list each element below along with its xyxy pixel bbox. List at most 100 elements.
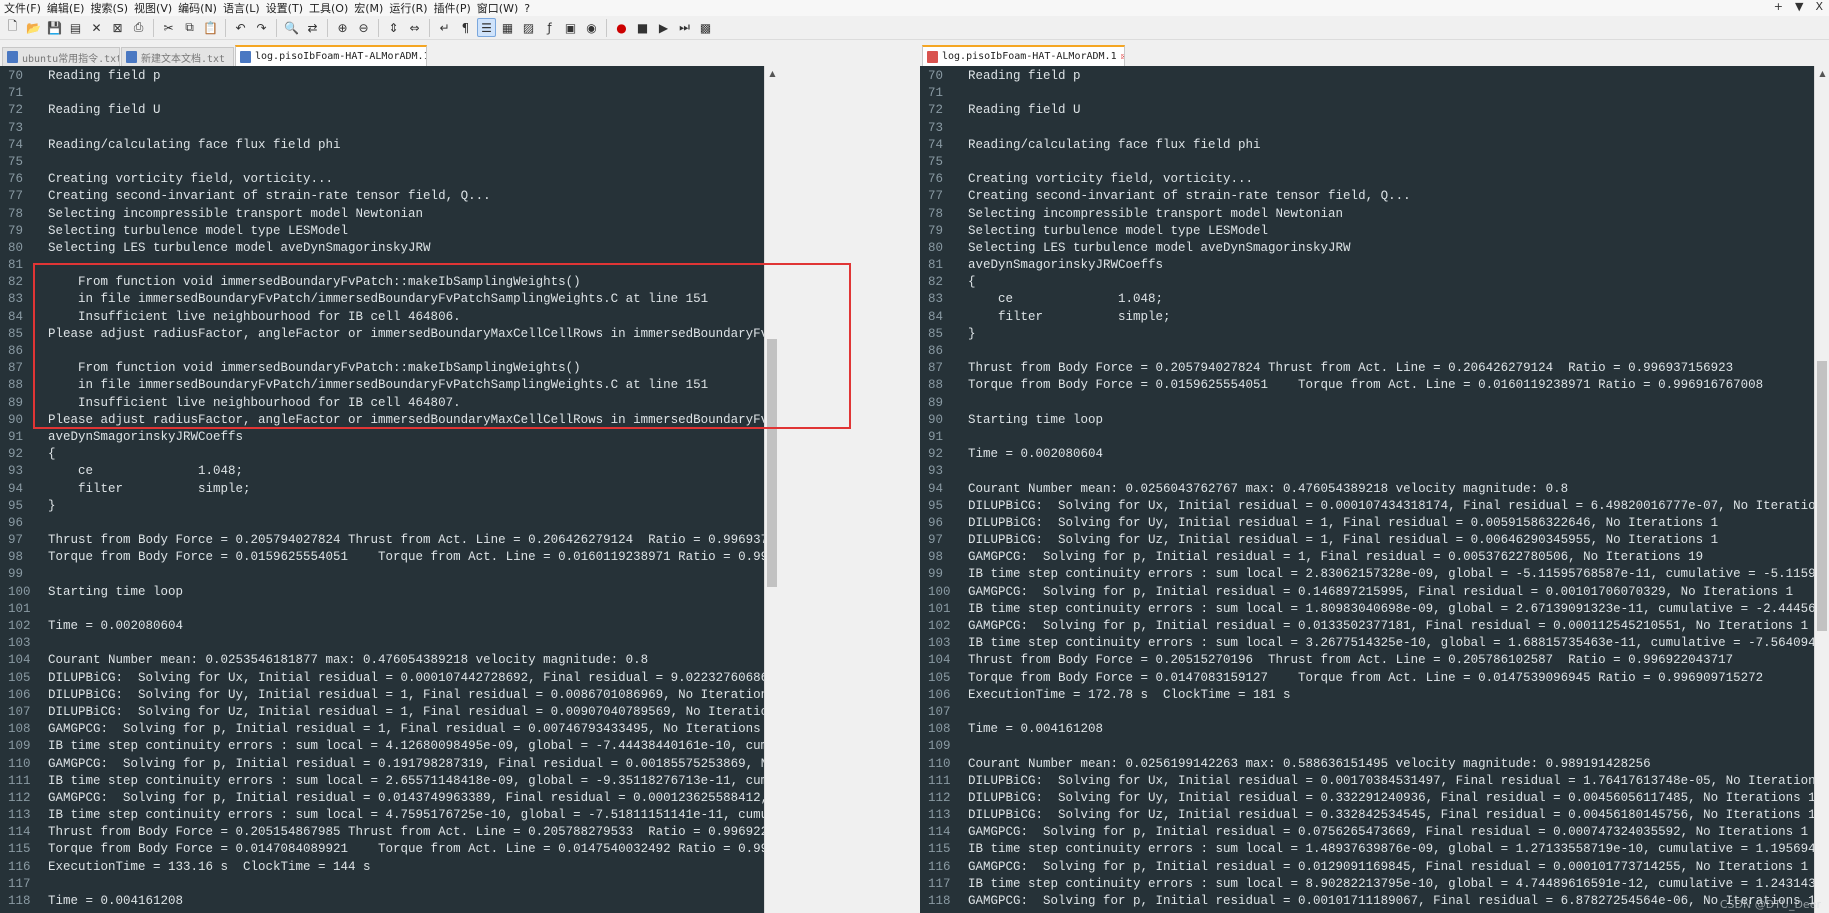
save-icon[interactable]: 💾 (45, 18, 64, 37)
code-line[interactable]: 101 IB time step continuity errors : sum … (920, 601, 1814, 618)
menu-plugins[interactable]: 插件(P) (434, 0, 477, 16)
code-line[interactable]: 87 From function void immersedBoundaryFv… (0, 360, 581, 377)
code-line[interactable]: 86 (920, 343, 954, 360)
code-line[interactable]: 98 Torque from Body Force = 0.01596255540… (0, 549, 764, 566)
run-macro-multiple-icon[interactable]: ⏭ (675, 18, 694, 37)
code-line[interactable]: 104 Courant Number mean: 0.0253546181877 … (0, 652, 648, 669)
code-line[interactable]: 77 Creating second-invariant of strain-ra… (920, 188, 1411, 205)
code-line[interactable]: 93 (920, 463, 954, 480)
close-document-button[interactable]: X (1815, 0, 1823, 13)
code-line[interactable]: 99 IB time step continuity errors : sum l… (920, 566, 1814, 583)
menu-encoding[interactable]: 编码(N) (178, 0, 223, 16)
code-line[interactable]: 74 Reading/calculating face flux field ph… (920, 137, 1261, 154)
code-line[interactable]: 97 Thrust from Body Force = 0.20579402782… (0, 532, 764, 549)
code-line[interactable]: 105 Torque from Body Force = 0.0147083159… (920, 670, 1763, 687)
code-line[interactable]: 106 DILUPBiCG: Solving for Uy, Initial re… (0, 687, 764, 704)
code-line[interactable]: 94 Courant Number mean: 0.0256043762767 m… (920, 481, 1568, 498)
code-line[interactable]: 96 (0, 515, 34, 532)
code-line[interactable]: 109 IB time step continuity errors : sum … (0, 738, 764, 755)
copy-icon[interactable]: ⧉ (180, 18, 199, 37)
code-line[interactable]: 117 (0, 876, 34, 893)
code-line[interactable]: 113 IB time step continuity errors : sum … (0, 807, 764, 824)
code-line[interactable]: 114 Thrust from Body Force = 0.2051548679… (0, 824, 764, 841)
code-line[interactable]: 118 Time = 0.004161208 (0, 893, 183, 910)
undo-icon[interactable]: ↶ (231, 18, 250, 37)
code-line[interactable]: 117 IB time step continuity errors : sum … (920, 876, 1814, 893)
menu-view[interactable]: 视图(V) (134, 0, 178, 16)
code-line[interactable]: 111 DILUPBiCG: Solving for Ux, Initial re… (920, 773, 1814, 790)
code-line[interactable]: 89 Insufficient live neighbourhood for I… (0, 395, 461, 412)
menu-macro[interactable]: 宏(M) (354, 0, 389, 16)
code-line[interactable]: 89 (920, 395, 954, 412)
play-macro-icon[interactable]: ▶ (654, 18, 673, 37)
close-all-icon[interactable]: ⊠ (108, 18, 127, 37)
code-line[interactable]: 113 DILUPBiCG: Solving for Uz, Initial re… (920, 807, 1814, 824)
code-line[interactable]: 79 Selecting turbulence model type LESMod… (0, 223, 348, 240)
code-line[interactable]: 82 { (920, 274, 976, 291)
code-line[interactable]: 81 aveDynSmagorinskyJRWCoeffs (920, 257, 1163, 274)
sync-vertical-icon[interactable]: ⇕ (384, 18, 403, 37)
lang-define-icon[interactable]: ▦ (498, 18, 517, 37)
code-line[interactable]: 74 Reading/calculating face flux field ph… (0, 137, 341, 154)
code-line[interactable]: 108 Time = 0.004161208 (920, 721, 1103, 738)
tab-new-text-document[interactable]: 新建文本文档.txt (121, 47, 234, 66)
code-line[interactable]: 116 GAMGPCG: Solving for p, Initial resid… (920, 859, 1808, 876)
code-line[interactable]: 86 (0, 343, 34, 360)
code-line[interactable]: 99 (0, 566, 34, 583)
record-macro-icon[interactable]: ● (612, 18, 631, 37)
menu-search[interactable]: 搜索(S) (90, 0, 134, 16)
code-line[interactable]: 72 Reading field U (0, 102, 161, 119)
replace-icon[interactable]: ⇄ (303, 18, 322, 37)
tab-log-right[interactable]: log.pisoIbFoam-HAT-ALMorADM.1 ☒ (922, 45, 1125, 66)
right-text-area[interactable]: 70 Reading field p 71 72 Reading field U 73 74… (920, 66, 1814, 913)
save-macro-icon[interactable]: ▩ (696, 18, 715, 37)
left-editor-pane[interactable]: 70 Reading field p 71 72 Reading field U 73 74… (0, 66, 779, 913)
left-vertical-scrollbar[interactable]: ▲ (764, 66, 779, 913)
tab-list-dropdown[interactable]: ▼ (1795, 0, 1803, 13)
show-all-chars-icon[interactable]: ¶ (456, 18, 475, 37)
code-line[interactable]: 91 (920, 429, 954, 446)
right-vertical-scrollbar[interactable]: ▲ (1814, 66, 1829, 913)
code-line[interactable]: 81 (0, 257, 34, 274)
new-file-icon[interactable]: 🗋 (3, 18, 22, 37)
find-icon[interactable]: 🔍 (282, 18, 301, 37)
code-line[interactable]: 84 filter simple; (920, 309, 1171, 326)
monitoring-icon[interactable]: ◉ (582, 18, 601, 37)
code-line[interactable]: 93 ce 1.048; (0, 463, 243, 480)
cut-icon[interactable]: ✂ (159, 18, 178, 37)
code-line[interactable]: 94 filter simple; (0, 481, 251, 498)
tab-log-left[interactable]: log.pisoIbFoam-HAT-ALMorADM.1 ☒ (235, 45, 427, 66)
menu-edit[interactable]: 编辑(E) (47, 0, 91, 16)
code-line[interactable]: 72 Reading field U (920, 102, 1081, 119)
code-line[interactable]: 100 Starting time loop (0, 584, 183, 601)
code-line[interactable]: 92 Time = 0.002080604 (920, 446, 1103, 463)
code-line[interactable]: 73 (920, 120, 954, 137)
code-line[interactable]: 114 GAMGPCG: Solving for p, Initial resid… (920, 824, 1808, 841)
code-line[interactable]: 88 Torque from Body Force = 0.01596255540… (920, 377, 1763, 394)
code-line[interactable]: 112 GAMGPCG: Solving for p, Initial resid… (0, 790, 764, 807)
code-line[interactable]: 115 IB time step continuity errors : sum … (920, 841, 1814, 858)
code-line[interactable]: 107 (920, 704, 954, 721)
left-text-area[interactable]: 70 Reading field p 71 72 Reading field U 73 74… (0, 66, 764, 913)
code-line[interactable]: 90 Please adjust radiusFactor, angleFacto… (0, 412, 764, 429)
scroll-up-icon[interactable]: ▲ (765, 66, 779, 81)
code-line[interactable]: 70 Reading field p (0, 68, 161, 85)
right-editor-pane[interactable]: 70 Reading field p 71 72 Reading field U 73 74… (920, 66, 1829, 913)
redo-icon[interactable]: ↷ (252, 18, 271, 37)
print-icon[interactable]: ⎙ (129, 18, 148, 37)
code-line[interactable]: 84 Insufficient live neighbourhood for I… (0, 309, 461, 326)
code-line[interactable]: 98 GAMGPCG: Solving for p, Initial residu… (920, 549, 1703, 566)
code-line[interactable]: 85} (920, 326, 976, 343)
code-line[interactable]: 83 ce 1.048; (920, 291, 1163, 308)
menu-window[interactable]: 窗口(W) (477, 0, 524, 16)
code-line[interactable]: 95} (0, 498, 56, 515)
code-line[interactable]: 104 Thrust from Body Force = 0.2051527019… (920, 652, 1733, 669)
code-line[interactable]: 111 IB time step continuity errors : sum … (0, 773, 764, 790)
code-line[interactable]: 105 DILUPBiCG: Solving for Ux, Initial re… (0, 670, 764, 687)
code-line[interactable]: 79 Selecting turbulence model type LESMod… (920, 223, 1268, 240)
scroll-thumb[interactable] (767, 339, 777, 587)
code-line[interactable]: 116 ExecutionTime = 133.16 s ClockTime = … (0, 859, 371, 876)
code-line[interactable]: 80 Selecting LES turbulence model aveDynS… (920, 240, 1351, 257)
close-icon[interactable]: ✕ (87, 18, 106, 37)
open-file-icon[interactable]: 📂 (24, 18, 43, 37)
